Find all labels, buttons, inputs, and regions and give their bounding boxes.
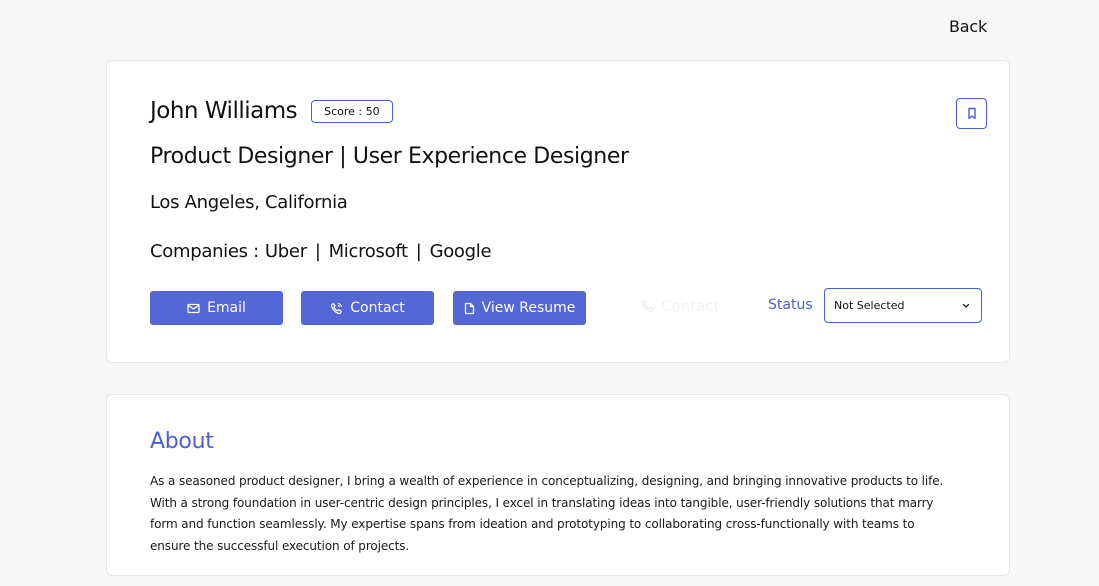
candidate-name: John Williams <box>150 98 298 124</box>
phone-icon <box>331 302 343 314</box>
bookmark-button[interactable] <box>956 98 987 129</box>
companies-row: Companies : Uber | Microsoft | Google <box>150 241 492 262</box>
contact-button[interactable]: Contact <box>301 291 434 325</box>
view-resume-button-label: View Resume <box>481 300 576 316</box>
ghost-contact: Contact <box>641 297 719 315</box>
company-name: Microsoft <box>328 241 409 262</box>
mail-icon <box>187 303 200 313</box>
bookmark-icon <box>967 107 976 120</box>
company-name: Google <box>429 241 492 262</box>
company-name: Uber <box>264 241 307 262</box>
job-title: Product Designer | User Experience Desig… <box>150 144 629 169</box>
chevron-down-icon <box>962 303 970 308</box>
ghost-contact-label: Contact <box>661 297 720 315</box>
company-separator: | <box>415 241 422 262</box>
score-badge: Score : 50 <box>311 99 393 123</box>
email-button[interactable]: Email <box>150 291 283 325</box>
status-selected-value: Not Selected <box>834 299 905 312</box>
about-heading: About <box>150 429 214 454</box>
document-icon <box>464 302 474 314</box>
companies-label: Companies : <box>150 241 259 262</box>
back-link[interactable]: Back <box>949 17 987 36</box>
phone-icon <box>641 299 655 313</box>
profile-card: John Williams Score : 50 Product Designe… <box>106 60 1010 363</box>
company-separator: | <box>314 241 321 262</box>
name-row: John Williams Score : 50 <box>150 98 393 124</box>
status-select[interactable]: Not Selected <box>824 288 982 323</box>
about-text: As a seasoned product designer, I bring … <box>150 474 944 554</box>
location: Los Angeles, California <box>150 192 348 213</box>
email-button-label: Email <box>207 300 246 316</box>
view-resume-button[interactable]: View Resume <box>453 291 586 325</box>
contact-button-label: Contact <box>350 300 405 316</box>
status-label: Status <box>768 297 813 313</box>
about-card: About As a seasoned product designer, I … <box>106 394 1010 576</box>
